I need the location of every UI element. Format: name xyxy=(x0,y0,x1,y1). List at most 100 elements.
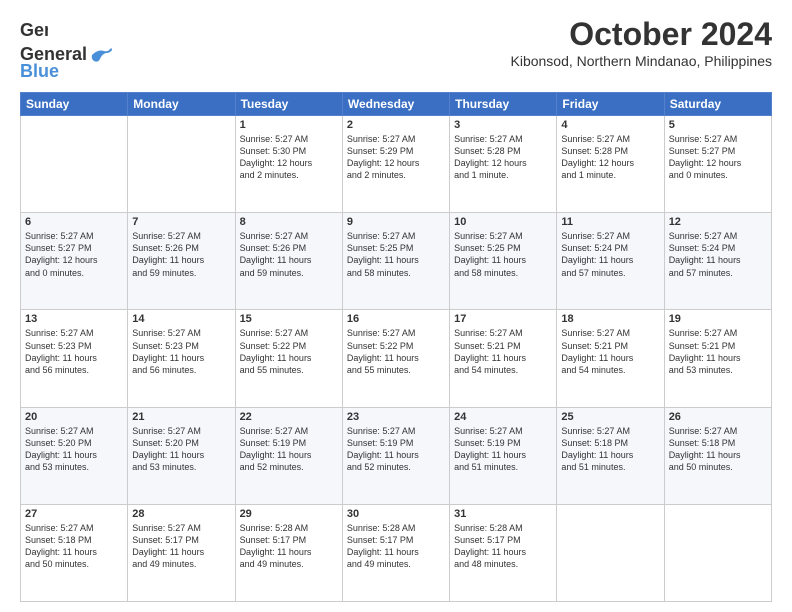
day-cell: 22Sunrise: 5:27 AM Sunset: 5:19 PM Dayli… xyxy=(235,407,342,504)
day-number: 15 xyxy=(240,313,338,325)
day-info: Sunrise: 5:27 AM Sunset: 5:20 PM Dayligh… xyxy=(132,425,230,474)
day-info: Sunrise: 5:27 AM Sunset: 5:21 PM Dayligh… xyxy=(454,327,552,376)
day-number: 7 xyxy=(132,216,230,228)
day-cell: 3 Sunrise: 5:27 AM Sunset: 5:28 PM Daylig… xyxy=(450,116,557,213)
week-row-2: 6 Sunrise: 5:27 AM Sunset: 5:27 PM Daylig… xyxy=(21,213,772,310)
day-number: 5 xyxy=(669,119,767,131)
day-cell: 21Sunrise: 5:27 AM Sunset: 5:20 PM Dayli… xyxy=(128,407,235,504)
calendar-table: SundayMondayTuesdayWednesdayThursdayFrid… xyxy=(20,92,772,602)
header-cell-tuesday: Tuesday xyxy=(235,93,342,116)
logo-blue: Blue xyxy=(20,61,59,82)
day-number: 24 xyxy=(454,411,552,423)
week-row-5: 27 Sunrise: 5:27 AM Sunset: 5:18 PM Dayli… xyxy=(21,504,772,601)
day-cell: 10Sunrise: 5:27 AM Sunset: 5:25 PM Dayli… xyxy=(450,213,557,310)
day-number: 1 xyxy=(240,119,338,131)
header-cell-thursday: Thursday xyxy=(450,93,557,116)
week-row-4: 20 Sunrise: 5:27 AM Sunset: 5:20 PM Dayli… xyxy=(21,407,772,504)
header-row: SundayMondayTuesdayWednesdayThursdayFrid… xyxy=(21,93,772,116)
week-row-1: 1 Sunrise: 5:27 AM Sunset: 5:30 PM Daylig… xyxy=(21,116,772,213)
day-number: 13 xyxy=(25,313,123,325)
day-cell: 16 Sunrise: 5:27 AM Sunset: 5:22 PM Dayli… xyxy=(342,310,449,407)
header-cell-sunday: Sunday xyxy=(21,93,128,116)
day-cell: 29 Sunrise: 5:28 AM Sunset: 5:17 PM Dayli… xyxy=(235,504,342,601)
svg-text:General: General xyxy=(20,20,48,40)
day-info: Sunrise: 5:27 AM Sunset: 5:18 PM Dayligh… xyxy=(561,425,659,474)
day-number: 11 xyxy=(561,216,659,228)
day-number: 8 xyxy=(240,216,338,228)
day-cell: 28 Sunrise: 5:27 AM Sunset: 5:17 PM Dayli… xyxy=(128,504,235,601)
day-cell: 20 Sunrise: 5:27 AM Sunset: 5:20 PM Dayli… xyxy=(21,407,128,504)
day-cell: 19 Sunrise: 5:27 AM Sunset: 5:21 PM Dayli… xyxy=(664,310,771,407)
header-cell-saturday: Saturday xyxy=(664,93,771,116)
day-info: Sunrise: 5:27 AM Sunset: 5:20 PM Dayligh… xyxy=(25,425,123,474)
day-cell: 11 Sunrise: 5:27 AM Sunset: 5:24 PM Dayli… xyxy=(557,213,664,310)
day-cell: 18 Sunrise: 5:27 AM Sunset: 5:21 PM Dayli… xyxy=(557,310,664,407)
day-info: Sunrise: 5:27 AM Sunset: 5:19 PM Dayligh… xyxy=(240,425,338,474)
day-number: 29 xyxy=(240,508,338,520)
day-number: 25 xyxy=(561,411,659,423)
day-cell: 7 Sunrise: 5:27 AM Sunset: 5:26 PM Daylig… xyxy=(128,213,235,310)
day-info: Sunrise: 5:27 AM Sunset: 5:26 PM Dayligh… xyxy=(240,230,338,279)
day-info: Sunrise: 5:27 AM Sunset: 5:27 PM Dayligh… xyxy=(25,230,123,279)
day-info: Sunrise: 5:27 AM Sunset: 5:21 PM Dayligh… xyxy=(669,327,767,376)
day-cell: 4Sunrise: 5:27 AM Sunset: 5:28 PM Daylig… xyxy=(557,116,664,213)
day-number: 28 xyxy=(132,508,230,520)
day-number: 20 xyxy=(25,411,123,423)
logo: General General Blue xyxy=(20,16,112,82)
day-cell: 23 Sunrise: 5:27 AM Sunset: 5:19 PM Dayli… xyxy=(342,407,449,504)
day-cell: 26 Sunrise: 5:27 AM Sunset: 5:18 PM Dayli… xyxy=(664,407,771,504)
day-info: Sunrise: 5:27 AM Sunset: 5:22 PM Dayligh… xyxy=(347,327,445,376)
day-info: Sunrise: 5:27 AM Sunset: 5:26 PM Dayligh… xyxy=(132,230,230,279)
day-info: Sunrise: 5:27 AM Sunset: 5:30 PM Dayligh… xyxy=(240,133,338,182)
day-number: 16 xyxy=(347,313,445,325)
day-number: 23 xyxy=(347,411,445,423)
day-cell: 30Sunrise: 5:28 AM Sunset: 5:17 PM Dayli… xyxy=(342,504,449,601)
header-cell-friday: Friday xyxy=(557,93,664,116)
day-info: Sunrise: 5:27 AM Sunset: 5:19 PM Dayligh… xyxy=(347,425,445,474)
day-number: 2 xyxy=(347,119,445,131)
day-number: 27 xyxy=(25,508,123,520)
day-info: Sunrise: 5:27 AM Sunset: 5:24 PM Dayligh… xyxy=(561,230,659,279)
day-cell: 13Sunrise: 5:27 AM Sunset: 5:23 PM Dayli… xyxy=(21,310,128,407)
day-info: Sunrise: 5:27 AM Sunset: 5:29 PM Dayligh… xyxy=(347,133,445,182)
day-info: Sunrise: 5:28 AM Sunset: 5:17 PM Dayligh… xyxy=(240,522,338,571)
day-cell xyxy=(128,116,235,213)
day-info: Sunrise: 5:27 AM Sunset: 5:18 PM Dayligh… xyxy=(25,522,123,571)
day-cell xyxy=(21,116,128,213)
logo-icon: General xyxy=(20,16,48,44)
day-number: 4 xyxy=(561,119,659,131)
day-cell: 2 Sunrise: 5:27 AM Sunset: 5:29 PM Daylig… xyxy=(342,116,449,213)
day-info: Sunrise: 5:27 AM Sunset: 5:21 PM Dayligh… xyxy=(561,327,659,376)
day-cell: 15Sunrise: 5:27 AM Sunset: 5:22 PM Dayli… xyxy=(235,310,342,407)
week-row-3: 13Sunrise: 5:27 AM Sunset: 5:23 PM Dayli… xyxy=(21,310,772,407)
location: Kibonsod, Northern Mindanao, Philippines xyxy=(511,53,773,69)
day-info: Sunrise: 5:27 AM Sunset: 5:27 PM Dayligh… xyxy=(669,133,767,182)
day-cell xyxy=(664,504,771,601)
day-cell: 24Sunrise: 5:27 AM Sunset: 5:19 PM Dayli… xyxy=(450,407,557,504)
day-number: 9 xyxy=(347,216,445,228)
day-number: 26 xyxy=(669,411,767,423)
day-number: 31 xyxy=(454,508,552,520)
day-number: 6 xyxy=(25,216,123,228)
day-cell: 1 Sunrise: 5:27 AM Sunset: 5:30 PM Daylig… xyxy=(235,116,342,213)
bird-icon xyxy=(90,47,112,63)
page: General General Blue October 2024 Kibons… xyxy=(0,0,792,612)
day-cell xyxy=(557,504,664,601)
day-info: Sunrise: 5:27 AM Sunset: 5:18 PM Dayligh… xyxy=(669,425,767,474)
day-info: Sunrise: 5:27 AM Sunset: 5:17 PM Dayligh… xyxy=(132,522,230,571)
day-number: 18 xyxy=(561,313,659,325)
day-info: Sunrise: 5:27 AM Sunset: 5:25 PM Dayligh… xyxy=(347,230,445,279)
day-info: Sunrise: 5:27 AM Sunset: 5:28 PM Dayligh… xyxy=(454,133,552,182)
header-cell-monday: Monday xyxy=(128,93,235,116)
month-title: October 2024 xyxy=(511,16,773,53)
day-cell: 14Sunrise: 5:27 AM Sunset: 5:23 PM Dayli… xyxy=(128,310,235,407)
day-cell: 17 Sunrise: 5:27 AM Sunset: 5:21 PM Dayli… xyxy=(450,310,557,407)
day-number: 19 xyxy=(669,313,767,325)
day-cell: 31Sunrise: 5:28 AM Sunset: 5:17 PM Dayli… xyxy=(450,504,557,601)
day-cell: 25 Sunrise: 5:27 AM Sunset: 5:18 PM Dayli… xyxy=(557,407,664,504)
day-cell: 12Sunrise: 5:27 AM Sunset: 5:24 PM Dayli… xyxy=(664,213,771,310)
day-number: 17 xyxy=(454,313,552,325)
day-cell: 9 Sunrise: 5:27 AM Sunset: 5:25 PM Daylig… xyxy=(342,213,449,310)
day-number: 3 xyxy=(454,119,552,131)
day-number: 14 xyxy=(132,313,230,325)
